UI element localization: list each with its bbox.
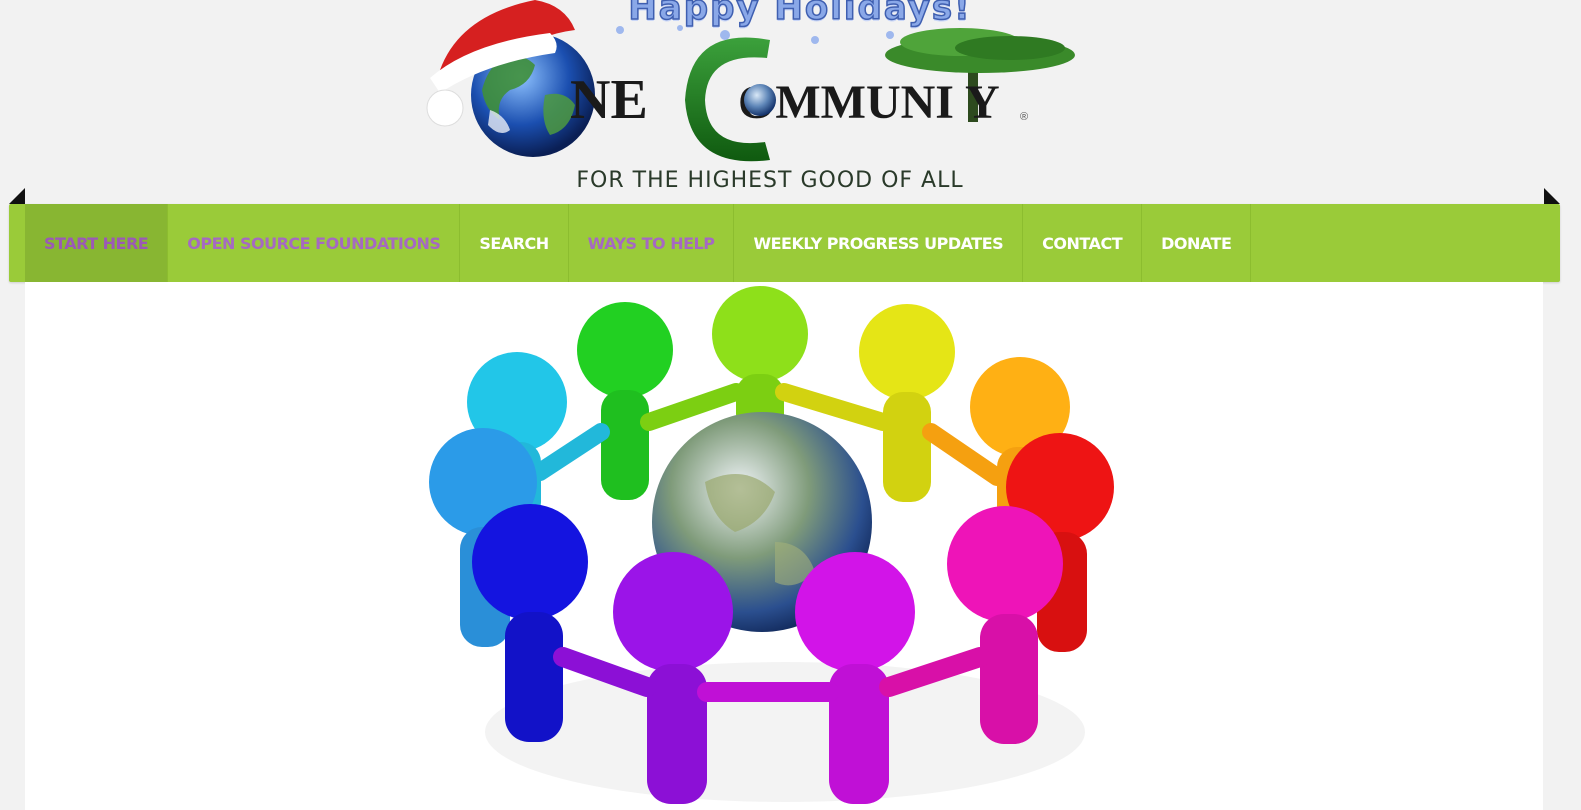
nav-ribbon-left-corner [9,188,25,204]
nav-item-open-source-foundations[interactable]: OPEN SOURCE FOUNDATIONS [168,204,461,282]
svg-text:®: ® [1020,111,1028,123]
people-circle-around-earth-illustration[interactable] [425,282,1145,810]
nav-item-weekly-progress-updates[interactable]: WEEKLY PROGRESS UPDATES [734,204,1024,282]
nav-item-ways-to-help[interactable]: WAYS TO HELP [569,204,735,282]
svg-text:NE: NE [570,69,648,131]
nav-ribbon-right-corner [1544,188,1560,204]
site-header: Happy Holidays! NE OMMUNI Y ® FOR THE HI… [0,0,1581,205]
site-tagline: FOR THE HIGHEST GOOD OF ALL [576,168,964,193]
site-logo[interactable]: Happy Holidays! NE OMMUNI Y ® FOR THE HI… [420,0,1100,200]
nav-item-start-here[interactable]: START HERE [25,204,169,282]
main-content [25,282,1543,810]
main-navigation: START HERE OPEN SOURCE FOUNDATIONS SEARC… [9,204,1560,282]
nav-item-donate[interactable]: DONATE [1142,204,1252,282]
svg-text:Y: Y [965,76,1000,129]
nav-item-contact[interactable]: CONTACT [1023,204,1143,282]
nav-item-search[interactable]: SEARCH [460,204,569,282]
